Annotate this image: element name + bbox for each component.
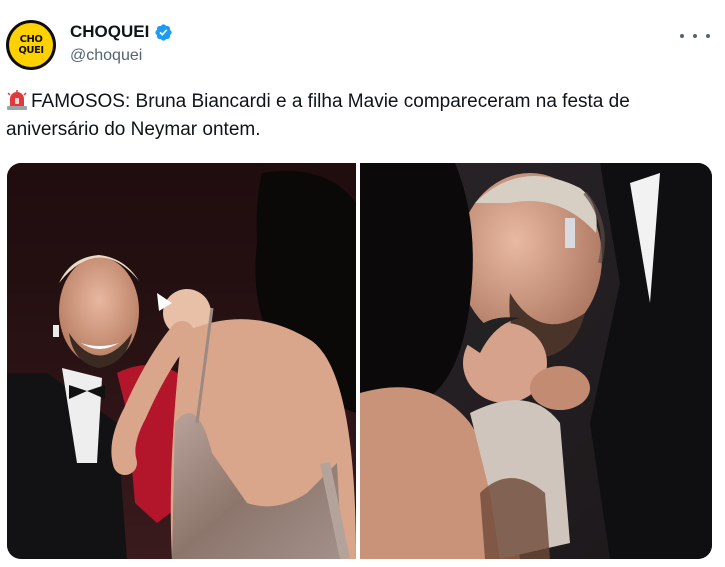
- avatar[interactable]: CHO QUEI: [6, 20, 56, 70]
- avatar-text-line-1: CHO: [19, 34, 43, 45]
- tweet-header: CHO QUEI CHOQUEI @choquei: [6, 14, 716, 74]
- photo-1-image: [7, 163, 356, 559]
- avatar-text-line-2: QUEI: [18, 45, 44, 56]
- more-options-icon[interactable]: [680, 26, 710, 46]
- handle[interactable]: @choquei: [70, 47, 142, 65]
- tweet-body: FAMOSOS: Bruna Biancardi e a filha Mavie…: [6, 91, 630, 140]
- photo-1[interactable]: [7, 163, 356, 559]
- tweet-text: FAMOSOS: Bruna Biancardi e a filha Mavie…: [6, 88, 718, 144]
- photo-2-image: [360, 163, 712, 559]
- photo-2[interactable]: [360, 163, 712, 559]
- avatar-logo: CHO QUEI: [9, 23, 53, 67]
- name-row: CHOQUEI: [70, 22, 173, 42]
- media-grid: [7, 163, 712, 559]
- display-name[interactable]: CHOQUEI: [70, 22, 149, 42]
- siren-icon: [7, 90, 27, 110]
- verified-badge-icon: [155, 23, 172, 41]
